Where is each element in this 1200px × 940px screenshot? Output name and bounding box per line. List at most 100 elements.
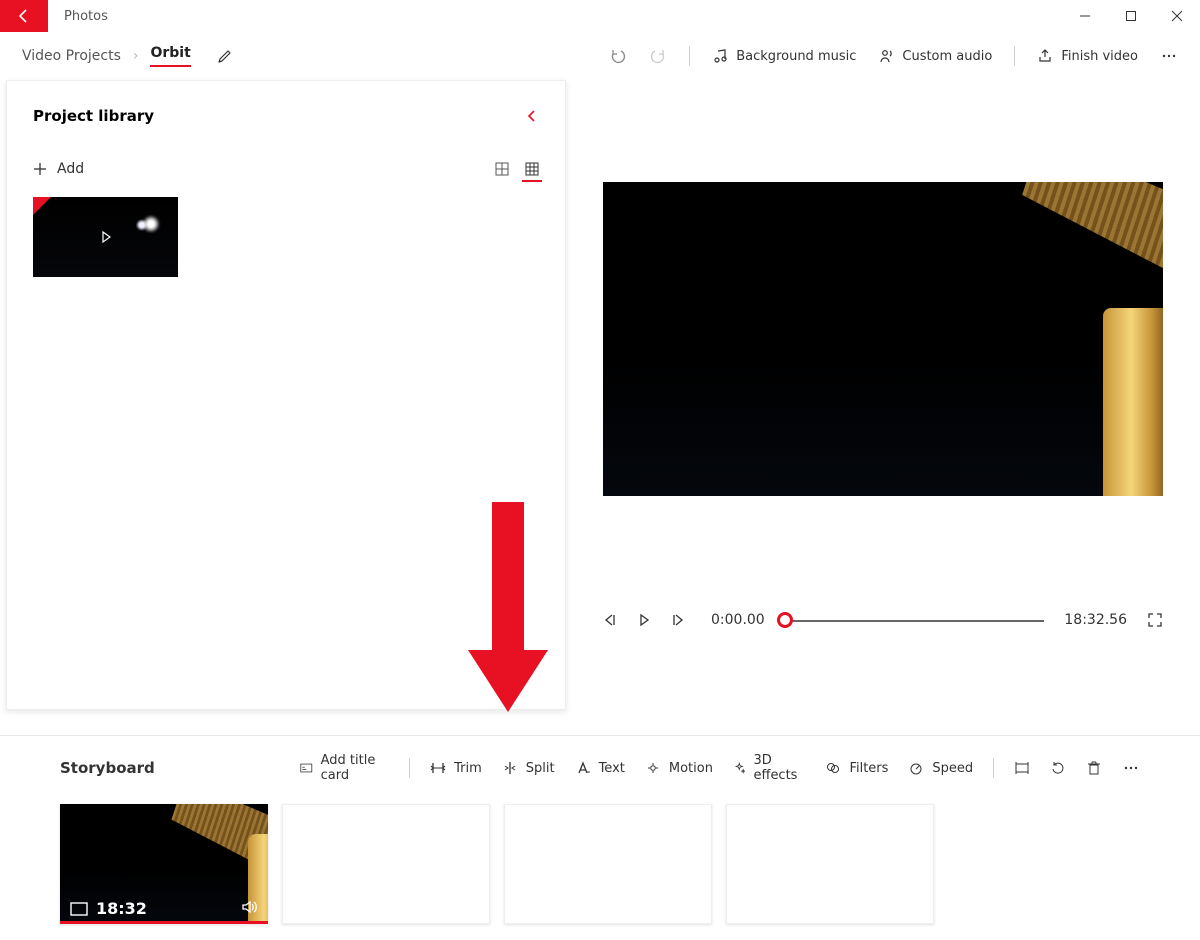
- step-back-icon: [603, 613, 617, 627]
- play-button[interactable]: [637, 613, 651, 627]
- collapse-library-button[interactable]: [525, 109, 539, 123]
- title-bar: Photos: [0, 0, 1200, 32]
- trim-icon: [430, 760, 446, 776]
- library-clip[interactable]: [33, 197, 178, 277]
- background-music-label: Background music: [736, 49, 856, 64]
- export-icon: [1037, 48, 1053, 64]
- storyboard-slot-empty[interactable]: [282, 804, 490, 924]
- speed-button[interactable]: Speed: [908, 760, 973, 776]
- separator: [1014, 46, 1015, 66]
- filters-button[interactable]: Filters: [825, 760, 888, 776]
- arrow-left-icon: [16, 8, 32, 24]
- volume-icon: [240, 898, 258, 916]
- storyboard-title: Storyboard: [60, 759, 300, 777]
- separator: [993, 758, 994, 778]
- minimize-button[interactable]: [1062, 0, 1108, 32]
- separator: [409, 758, 410, 778]
- finish-video-button[interactable]: Finish video: [1037, 48, 1138, 64]
- chevron-right-icon: ›: [133, 48, 139, 64]
- resize-button[interactable]: [1014, 760, 1030, 776]
- fullscreen-button[interactable]: [1147, 612, 1163, 628]
- separator: [689, 46, 690, 66]
- text-button[interactable]: Text: [575, 760, 625, 776]
- aspect-icon: [1014, 760, 1030, 776]
- rotate-icon: [1050, 760, 1066, 776]
- rename-button[interactable]: [217, 48, 233, 64]
- storyboard-slot-empty[interactable]: [726, 804, 934, 924]
- plus-icon: [33, 162, 47, 176]
- 3d-effects-button[interactable]: 3D effects: [733, 753, 806, 783]
- breadcrumb: Video Projects › Orbit: [22, 45, 233, 67]
- maximize-icon: [1125, 10, 1137, 22]
- rotate-button[interactable]: [1050, 760, 1066, 776]
- undo-icon: [609, 47, 627, 65]
- redo-icon: [649, 47, 667, 65]
- video-editor-window: Photos Video Projects › Orbit Background…: [0, 0, 1200, 940]
- split-icon: [502, 760, 518, 776]
- clip-volume-button[interactable]: [240, 898, 258, 916]
- delete-button[interactable]: [1086, 760, 1102, 776]
- ellipsis-icon: [1122, 759, 1140, 777]
- preview-controls: 0:00.00 18:32.56: [603, 608, 1163, 632]
- prev-frame-button[interactable]: [603, 613, 617, 627]
- duration-icon: [70, 902, 88, 916]
- storyboard-panel: Storyboard Add title card Trim Split: [0, 735, 1200, 940]
- fullscreen-icon: [1147, 612, 1163, 628]
- undo-button[interactable]: [609, 47, 627, 65]
- breadcrumb-current: Orbit: [150, 45, 190, 67]
- time-current: 0:00.00: [711, 612, 765, 628]
- card-icon: [300, 760, 313, 776]
- finish-video-label: Finish video: [1061, 49, 1138, 64]
- seek-bar[interactable]: [785, 608, 1045, 632]
- preview-video[interactable]: [603, 182, 1163, 496]
- chevron-left-icon: [525, 109, 539, 123]
- step-forward-icon: [671, 613, 685, 627]
- music-icon: [712, 48, 728, 64]
- filters-icon: [825, 760, 841, 776]
- text-icon: [575, 760, 591, 776]
- redo-button[interactable]: [649, 47, 667, 65]
- project-library-title: Project library: [33, 107, 154, 125]
- background-music-button[interactable]: Background music: [712, 48, 856, 64]
- custom-audio-label: Custom audio: [902, 49, 992, 64]
- split-button[interactable]: Split: [502, 760, 555, 776]
- close-icon: [1171, 10, 1183, 22]
- breadcrumb-parent[interactable]: Video Projects: [22, 48, 121, 64]
- storyboard-clip[interactable]: 18:32: [60, 804, 268, 924]
- speed-icon: [908, 760, 924, 776]
- storyboard-more-button[interactable]: [1122, 759, 1140, 777]
- back-button[interactable]: [0, 0, 48, 32]
- editor-body: Project library Add: [0, 80, 1200, 735]
- next-frame-button[interactable]: [671, 613, 685, 627]
- window-controls: [1062, 0, 1200, 32]
- app-title: Photos: [48, 9, 124, 24]
- storyboard-slot-empty[interactable]: [504, 804, 712, 924]
- time-total: 18:32.56: [1064, 612, 1127, 628]
- storyboard-clips: 18:32: [60, 804, 1140, 924]
- project-library-panel: Project library Add: [6, 80, 566, 710]
- ellipsis-icon: [1160, 47, 1178, 65]
- command-bar: Video Projects › Orbit Background music …: [0, 32, 1200, 80]
- maximize-button[interactable]: [1108, 0, 1154, 32]
- sparkle-icon: [733, 760, 746, 776]
- motion-icon: [645, 760, 661, 776]
- close-button[interactable]: [1154, 0, 1200, 32]
- custom-audio-button[interactable]: Custom audio: [878, 48, 992, 64]
- pencil-icon: [217, 48, 233, 64]
- person-audio-icon: [878, 48, 894, 64]
- clip-duration: 18:32: [96, 899, 147, 918]
- add-title-card-button[interactable]: Add title card: [300, 753, 389, 783]
- minimize-icon: [1079, 10, 1091, 22]
- more-button[interactable]: [1160, 47, 1178, 65]
- trash-icon: [1086, 760, 1102, 776]
- seek-thumb[interactable]: [777, 612, 793, 628]
- grid3-icon: [525, 162, 539, 176]
- view-small-grid-button[interactable]: [525, 162, 539, 176]
- play-icon: [637, 613, 651, 627]
- add-media-label: Add: [57, 161, 84, 177]
- add-media-button[interactable]: Add: [33, 161, 84, 177]
- trim-button[interactable]: Trim: [430, 760, 482, 776]
- view-large-grid-button[interactable]: [495, 162, 509, 176]
- motion-button[interactable]: Motion: [645, 760, 713, 776]
- play-icon: [33, 197, 178, 277]
